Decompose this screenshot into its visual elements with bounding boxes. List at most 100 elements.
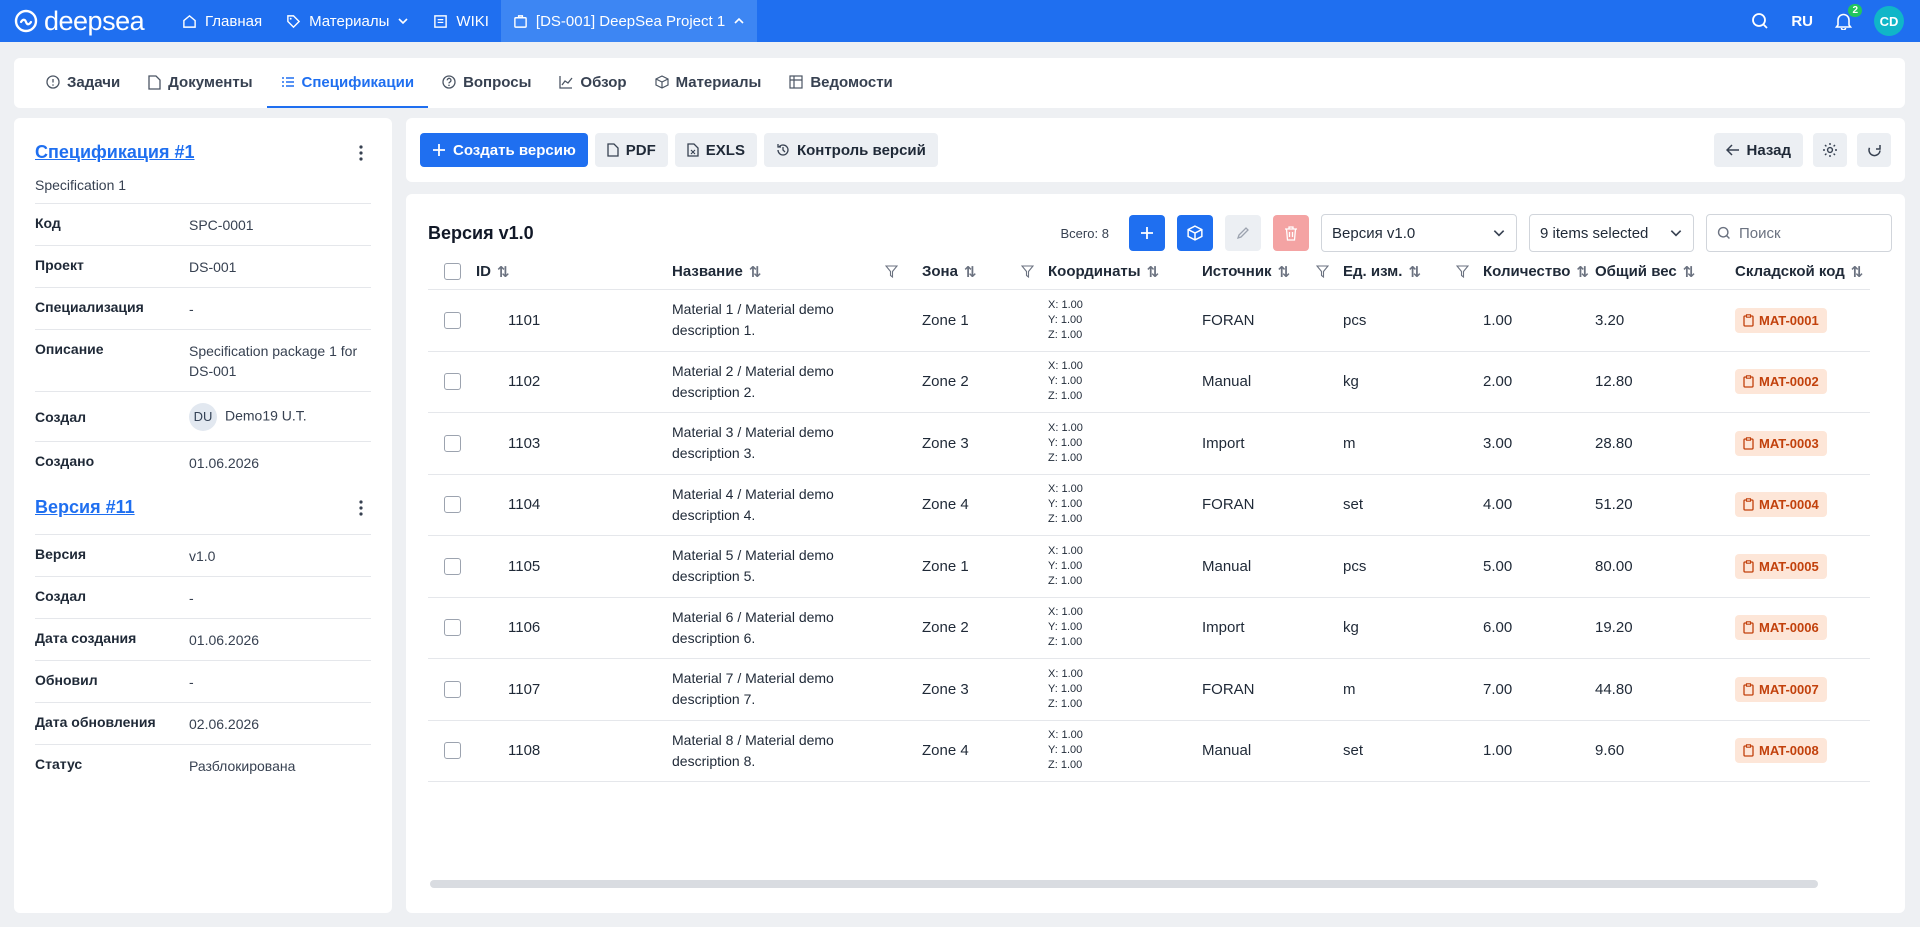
select-all-checkbox[interactable] [443, 263, 461, 280]
stock-code-badge[interactable]: MAT-0002 [1735, 369, 1827, 395]
col-unit-header[interactable]: Ед. изм. ⇅ [1343, 263, 1483, 281]
col-coord-header[interactable]: Координаты ⇅ [1048, 263, 1202, 281]
delete-button[interactable] [1273, 215, 1309, 251]
version-control-button[interactable]: Контроль версий [763, 133, 938, 167]
spec-prop-specialization: Специализация - [35, 287, 371, 329]
search-field[interactable]: Поиск [1706, 214, 1892, 252]
prop-label: Обновил [35, 672, 98, 688]
stock-code-badge[interactable]: MAT-0001 [1735, 307, 1827, 333]
cell-source: Manual [1202, 557, 1252, 575]
avatar: DU [189, 403, 217, 431]
refresh-button[interactable] [1857, 133, 1891, 167]
edit-button[interactable] [1225, 215, 1261, 251]
nav-home-label: Главная [205, 12, 263, 30]
filter-icon[interactable] [885, 265, 898, 278]
spec-prop-code: Код SPC-0001 [35, 203, 371, 245]
cell-zone: Zone 3 [922, 434, 969, 452]
cell-weight: 12.80 [1595, 373, 1633, 391]
row-checkbox[interactable] [443, 311, 461, 329]
tab-statements[interactable]: Ведомости [775, 58, 906, 108]
cell-zone: Zone 4 [922, 742, 969, 760]
col-qty-header[interactable]: Количество ⇅ [1483, 263, 1595, 281]
table-row[interactable]: 1101 Material 1 / Material demo descript… [428, 290, 1870, 352]
prop-label: Дата создания [35, 630, 137, 646]
row-checkbox[interactable] [443, 434, 461, 452]
table-row[interactable]: 1102 Material 2 / Material demo descript… [428, 352, 1870, 413]
filter-icon[interactable] [1021, 265, 1034, 278]
nav-wiki[interactable]: WIKI [421, 0, 501, 42]
row-checkbox[interactable] [443, 680, 461, 698]
cell-source: Import [1202, 619, 1245, 637]
cell-weight: 19.20 [1595, 619, 1633, 637]
horizontal-scrollbar[interactable] [430, 880, 1818, 888]
cell-quantity: 2.00 [1483, 373, 1513, 391]
language-switch[interactable]: RU [1791, 13, 1813, 30]
filter-icon[interactable] [1456, 265, 1469, 278]
notifications-button[interactable]: 2 [1835, 4, 1862, 30]
back-button[interactable]: Назад [1713, 133, 1803, 167]
columns-select[interactable]: 9 items selected [1529, 214, 1694, 252]
row-checkbox[interactable] [443, 496, 461, 514]
cell-coordinates: X: 1.00 Y: 1.00 Z: 1.00 [1048, 667, 1083, 712]
spec-title-link[interactable]: Спецификация #1 [35, 142, 195, 163]
tab-specifications[interactable]: Спецификации [266, 58, 429, 108]
nav-home[interactable]: Главная [170, 0, 274, 42]
cell-name: Material 6 / Material demo description 6… [672, 608, 834, 646]
table-row[interactable]: 1105 Material 5 / Material demo descript… [428, 536, 1870, 598]
col-src-header[interactable]: Источник ⇅ [1202, 263, 1343, 281]
cell-unit: pcs [1343, 557, 1367, 575]
table-row[interactable]: 1104 Material 4 / Material demo descript… [428, 475, 1870, 536]
coord-x: X: 1.00 [1048, 421, 1083, 434]
stock-code-badge[interactable]: MAT-0007 [1735, 676, 1827, 702]
coord-x: X: 1.00 [1048, 606, 1083, 619]
add-material-button[interactable] [1177, 215, 1213, 251]
cell-coordinates: X: 1.00 Y: 1.00 Z: 1.00 [1048, 482, 1083, 527]
version-select[interactable]: Версия v1.0 [1321, 214, 1517, 252]
col-weight-header[interactable]: Общий вес ⇅ [1595, 263, 1735, 281]
cell-name: Material 7 / Material demo description 7… [672, 670, 834, 708]
stock-code-badge[interactable]: MAT-0006 [1735, 615, 1827, 641]
table-row[interactable]: 1108 Material 8 / Material demo descript… [428, 721, 1870, 782]
add-row-button[interactable] [1129, 215, 1165, 251]
settings-button[interactable] [1813, 133, 1847, 167]
user-avatar[interactable]: CD [1874, 6, 1904, 36]
nav-project[interactable]: [DS-001] DeepSea Project 1 [500, 0, 758, 42]
search-icon[interactable] [1751, 12, 1769, 30]
row-checkbox[interactable] [443, 557, 461, 575]
tab-tasks[interactable]: Задачи [32, 58, 134, 108]
exls-button[interactable]: EXLS [674, 133, 757, 167]
coord-y: Y: 1.00 [1048, 682, 1083, 695]
cell-zone: Zone 2 [922, 619, 969, 637]
tab-documents[interactable]: Документы [134, 58, 266, 108]
prop-value: v1.0 [189, 548, 216, 564]
stock-code-badge[interactable]: MAT-0008 [1735, 738, 1827, 764]
table-row[interactable]: 1103 Material 3 / Material demo descript… [428, 413, 1870, 475]
create-version-button[interactable]: Создать версию [420, 133, 588, 167]
version-menu-button[interactable] [351, 499, 371, 516]
col-name-header[interactable]: Название ⇅ [672, 263, 922, 281]
top-navbar: deepsea Главная Материалы WIKI [DS-001] … [0, 0, 1920, 42]
table-row[interactable]: 1107 Material 7 / Material demo descript… [428, 659, 1870, 721]
spec-menu-button[interactable] [351, 144, 371, 161]
pdf-button[interactable]: PDF [594, 133, 668, 167]
tab-questions[interactable]: Вопросы [428, 58, 545, 108]
details-panel: Спецификация #1 Specification 1 Код SPC-… [14, 118, 392, 913]
col-id-header[interactable]: ID ⇅ [476, 263, 672, 281]
row-checkbox[interactable] [443, 742, 461, 760]
row-checkbox[interactable] [443, 373, 461, 391]
tab-materials[interactable]: Материалы [641, 58, 776, 108]
prop-value: SPC-0001 [189, 217, 254, 233]
nav-materials[interactable]: Материалы [274, 0, 421, 42]
table-row[interactable]: 1106 Material 6 / Material demo descript… [428, 598, 1870, 659]
filter-icon[interactable] [1316, 265, 1329, 278]
logo[interactable]: deepsea [0, 6, 170, 37]
col-zone-header[interactable]: Зона ⇅ [922, 263, 1048, 281]
tab-overview[interactable]: Обзор [545, 58, 640, 108]
cell-source: Import [1202, 434, 1245, 452]
version-title-link[interactable]: Версия #11 [35, 497, 135, 518]
row-checkbox[interactable] [443, 619, 461, 637]
stock-code-badge[interactable]: MAT-0003 [1735, 430, 1827, 456]
col-code-header[interactable]: Складской код ⇅ [1735, 263, 1870, 281]
stock-code-badge[interactable]: MAT-0005 [1735, 553, 1827, 579]
stock-code-badge[interactable]: MAT-0004 [1735, 492, 1827, 518]
